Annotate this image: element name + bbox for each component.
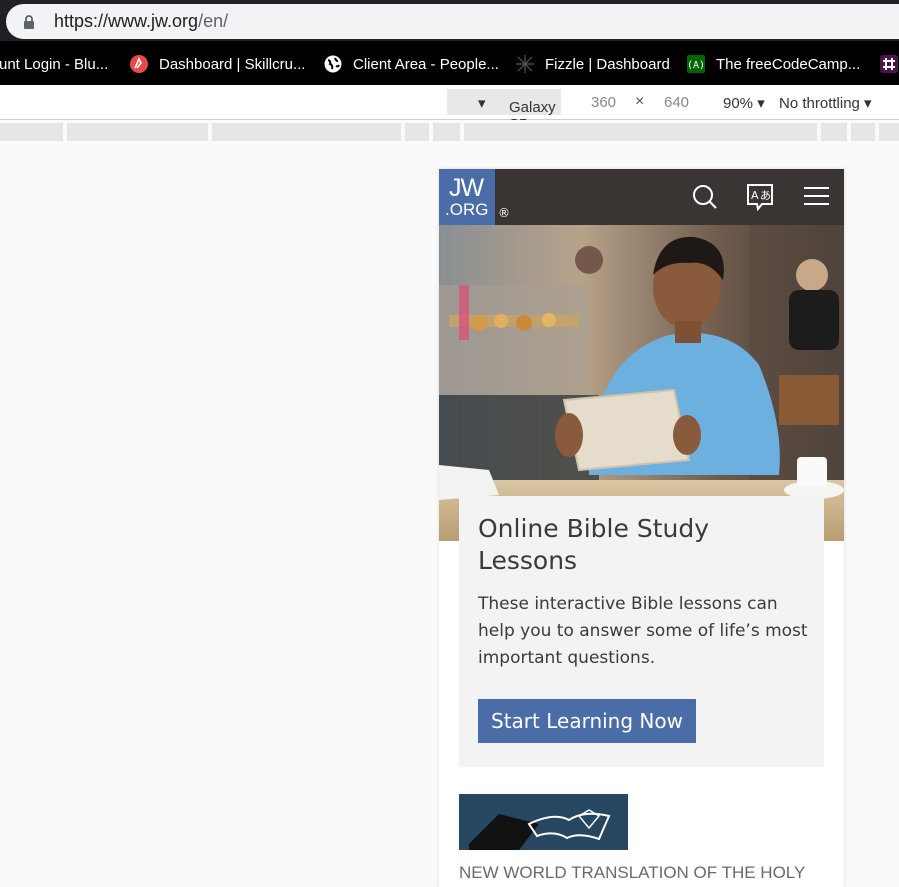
dimension-separator: × — [635, 93, 645, 110]
browser-top-bar: https://www.jw.org/en/ — [0, 0, 899, 41]
ruler-segment[interactable] — [821, 123, 847, 141]
svg-text:(A): (A) — [687, 60, 705, 71]
fizzle-spark-icon — [516, 55, 534, 73]
ruler-segment[interactable] — [851, 123, 875, 141]
ruler-segment[interactable] — [879, 123, 899, 141]
globe-icon — [324, 55, 342, 73]
registered-mark: ® — [498, 206, 510, 220]
hero-photo — [439, 225, 844, 541]
ruler-segment[interactable] — [433, 123, 460, 141]
bookmark-label: Fizzle | Dashboard — [545, 55, 670, 73]
svg-text:あ: あ — [760, 189, 771, 202]
lock-icon — [24, 15, 34, 29]
ruler-segment[interactable] — [464, 123, 817, 141]
zoom-value: 90% — [723, 95, 754, 112]
site-header: JW .ORG ® A あ — [439, 169, 844, 225]
ruler-segment[interactable] — [67, 123, 208, 141]
section-heading-nwt[interactable]: NEW WORLD TRANSLATION OF THE HOLY — [459, 863, 839, 883]
slack-icon — [880, 55, 898, 73]
zoom-select[interactable]: 90% ▾ — [723, 94, 765, 112]
freecodecamp-icon: (A) — [687, 55, 705, 73]
logo-text-org: .ORG — [445, 200, 489, 219]
url-text: https://www.jw.org/en/ — [54, 11, 228, 32]
bookmark-account-login[interactable]: unt Login - Blu... — [0, 53, 108, 75]
bookmark-label: Dashboard | Skillcru... — [159, 55, 306, 73]
bible-thumbnail[interactable] — [459, 794, 628, 850]
viewport-height-input[interactable]: 640 — [664, 94, 689, 111]
menu-icon[interactable] — [804, 186, 829, 206]
bookmark-fizzle[interactable]: Fizzle | Dashboard — [516, 53, 670, 75]
device-toolbar: Galaxy S5 ▾ 360 × 640 90% ▾ No throttlin… — [0, 85, 899, 133]
bookmark-client-area[interactable]: Client Area - People... — [324, 53, 499, 75]
search-icon[interactable] — [692, 183, 718, 211]
url-path: /en/ — [198, 11, 229, 31]
card-description: These interactive Bible lessons can help… — [478, 594, 808, 668]
device-viewport: JW .ORG ® A あ Online Bible Study Lessons… — [439, 169, 844, 887]
bookmark-slack[interactable] — [880, 53, 899, 75]
viewport-width-input[interactable]: 360 — [591, 94, 616, 111]
jw-org-logo[interactable]: JW .ORG — [439, 169, 495, 225]
bookmark-label: Client Area - People... — [353, 55, 499, 73]
ruler-segment[interactable] — [0, 123, 63, 141]
svg-text:A: A — [751, 189, 759, 202]
device-select[interactable]: Galaxy S5 ▾ — [447, 89, 561, 133]
card-title: Online Bible Study Lessons — [478, 514, 710, 575]
bookmarks-bar: unt Login - Blu... Dashboard | Skillcru.… — [0, 41, 899, 85]
start-learning-button[interactable]: Start Learning Now — [478, 699, 696, 743]
skillcrush-icon — [130, 55, 148, 73]
bookmark-label: unt Login - Blu... — [0, 55, 109, 73]
address-bar[interactable]: https://www.jw.org/en/ — [6, 4, 899, 39]
bookmark-label: The freeCodeCamp... — [716, 55, 861, 73]
bookmark-freecodecamp[interactable]: (A) The freeCodeCamp... — [687, 53, 860, 75]
throttle-value: No throttling — [779, 95, 860, 112]
lesson-card: Online Bible Study Lessons These interac… — [459, 496, 824, 767]
url-host: https://www.jw.org — [54, 11, 199, 31]
ruler-segment[interactable] — [405, 123, 429, 141]
throttle-select[interactable]: No throttling ▾ — [779, 94, 872, 112]
ruler-segment[interactable] — [212, 123, 401, 141]
language-icon[interactable]: A あ — [746, 183, 774, 211]
logo-text-jw: JW — [449, 174, 484, 202]
media-query-ruler[interactable] — [0, 120, 899, 142]
bookmark-skillcrush[interactable]: Dashboard | Skillcru... — [130, 53, 305, 75]
